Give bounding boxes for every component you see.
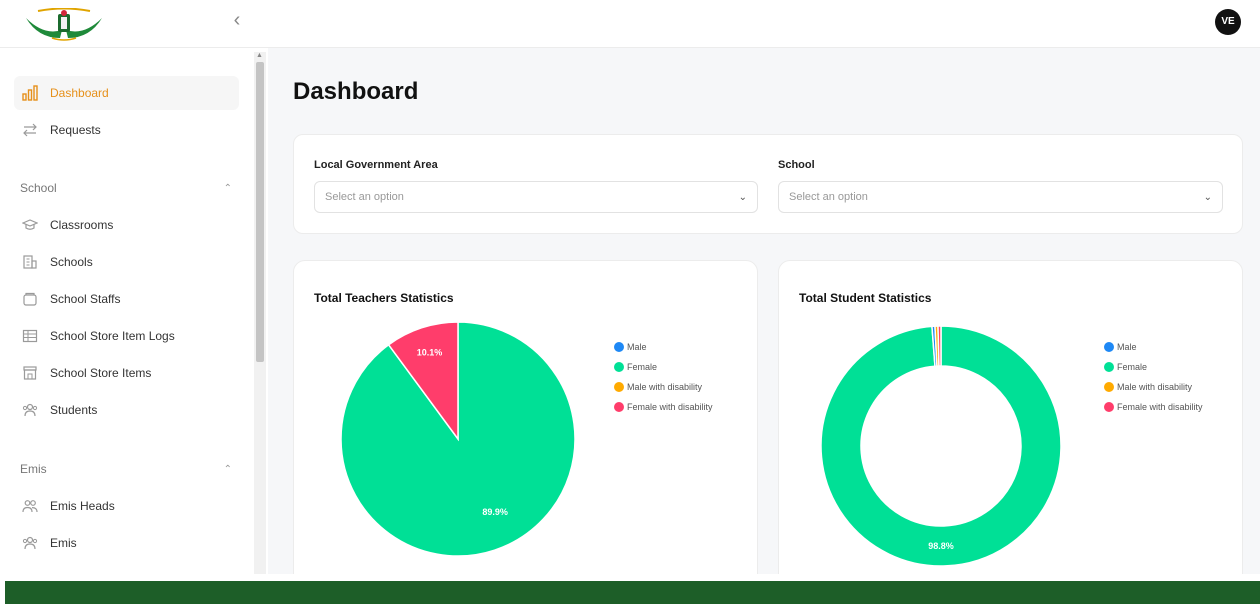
sidebar-item-label: Classrooms	[50, 218, 114, 232]
sidebar-item-label: School Store Items	[50, 366, 152, 380]
legend-swatch	[614, 342, 624, 352]
sidebar-item-students[interactable]: Students	[14, 393, 239, 427]
pie-slice-female-with-disability[interactable]	[937, 325, 942, 367]
lga-select-value: Select an option	[325, 191, 404, 203]
legend-item[interactable]: Male with disability	[614, 377, 713, 397]
sidebar-item-school-staffs[interactable]: School Staffs	[14, 282, 239, 316]
legend-item[interactable]: Male	[614, 337, 713, 357]
legend-item[interactable]: Male with disability	[1104, 377, 1203, 397]
legend-swatch	[1104, 402, 1114, 412]
table-icon	[20, 326, 40, 346]
legend-item[interactable]: Female with disability	[614, 397, 713, 417]
avatar[interactable]: VE	[1215, 9, 1241, 35]
legend-label: Male	[1117, 342, 1137, 352]
teachers-pie-chart: 89.9% 10.1%	[340, 321, 576, 557]
chevron-up-icon: ⌃	[223, 182, 232, 194]
legend-swatch	[614, 362, 624, 372]
legend-item[interactable]: Female	[1104, 357, 1203, 377]
school-select[interactable]: Select an option ⌄	[778, 181, 1223, 213]
top-bar: ‹ VE	[0, 0, 1260, 48]
legend-item[interactable]: Female with disability	[1104, 397, 1203, 417]
sidebar-item-label: Requests	[50, 123, 101, 137]
collapse-sidebar-button[interactable]: ‹	[226, 10, 248, 32]
chevron-down-icon: ⌄	[1203, 191, 1212, 203]
sidebar-item-school-store-items[interactable]: School Store Items	[14, 356, 239, 390]
users-icon	[20, 533, 40, 553]
teachers-legend: Male Female Male with disability Female wit…	[614, 337, 713, 417]
data-label: 10.1%	[417, 347, 443, 357]
page-title: Dashboard	[293, 78, 419, 105]
legend-swatch	[1104, 362, 1114, 372]
scroll-up-icon: ▲	[256, 52, 263, 59]
legend-label: Male with disability	[1117, 382, 1193, 392]
sidebar-item-label: Emis Heads	[50, 499, 115, 513]
legend-swatch	[614, 402, 624, 412]
sidebar-item-label: School Store Item Logs	[50, 329, 175, 343]
filter-card: Local Government Area Select an option ⌄…	[293, 134, 1243, 234]
teachers-chart-card: Total Teachers Statistics 89.9% 10.1% Mal…	[293, 260, 758, 574]
chevron-left-icon: ‹	[233, 9, 241, 31]
students-donut-chart: 98.8%	[820, 325, 1062, 567]
section-title: Emis	[20, 462, 47, 476]
data-label: 89.9%	[482, 507, 508, 517]
sidebar-item-label: Students	[50, 403, 98, 417]
chevron-up-icon: ⌃	[223, 463, 232, 475]
legend-label: Female with disability	[627, 402, 713, 412]
main-content: Dashboard Local Government Area Select a…	[268, 48, 1260, 574]
legend-swatch	[614, 382, 624, 392]
sidebar-scrollbar[interactable]: ▲	[254, 52, 266, 574]
folder-icon	[20, 289, 40, 309]
students-chart-card: Total Student Statistics 98.8% Male Femal…	[778, 260, 1243, 574]
sidebar-item-requests[interactable]: Requests	[14, 113, 239, 147]
sidebar-item-emis[interactable]: Emis	[14, 526, 239, 560]
users-icon	[20, 400, 40, 420]
legend-label: Male	[627, 342, 647, 352]
legend-label: Female	[627, 362, 658, 372]
sidebar: Dashboard Requests School ⌃ Classrooms S…	[0, 48, 254, 574]
sidebar-item-label: Dashboard	[50, 86, 109, 100]
section-header-emis[interactable]: Emis ⌃	[20, 462, 232, 476]
legend-swatch	[1104, 342, 1114, 352]
sidebar-item-label: School Staffs	[50, 292, 121, 306]
sidebar-item-school-store-item-logs[interactable]: School Store Item Logs	[14, 319, 239, 353]
legend-item[interactable]: Female	[614, 357, 713, 377]
legend-item[interactable]: Male	[1104, 337, 1203, 357]
legend-swatch	[1104, 382, 1114, 392]
section-title: School	[20, 181, 57, 195]
lga-label: Local Government Area	[314, 159, 438, 171]
store-icon	[20, 363, 40, 383]
school-select-value: Select an option	[789, 191, 868, 203]
swap-arrows-icon	[20, 120, 40, 140]
bar-chart-icon	[20, 83, 40, 103]
sidebar-item-label: Schools	[50, 255, 93, 269]
scrollbar-thumb[interactable]	[256, 62, 264, 362]
chevron-down-icon: ⌄	[738, 191, 747, 203]
sidebar-item-classrooms[interactable]: Classrooms	[14, 208, 239, 242]
sidebar-item-label: Emis	[50, 536, 77, 550]
data-label: 98.8%	[928, 541, 954, 551]
building-icon	[20, 252, 40, 272]
legend-label: Female	[1117, 362, 1148, 372]
graduation-cap-icon	[20, 215, 40, 235]
legend-label: Female with disability	[1117, 402, 1203, 412]
sidebar-item-dashboard[interactable]: Dashboard	[14, 76, 239, 110]
user-group-icon	[20, 496, 40, 516]
logo-icon[interactable]	[24, 8, 104, 42]
lga-select[interactable]: Select an option ⌄	[314, 181, 758, 213]
sidebar-item-schools[interactable]: Schools	[14, 245, 239, 279]
footer-bar	[5, 581, 1260, 604]
students-legend: Male Female Male with disability Female wit…	[1104, 337, 1203, 417]
section-header-school[interactable]: School ⌃	[20, 181, 232, 195]
sidebar-item-emis-heads[interactable]: Emis Heads	[14, 489, 239, 523]
legend-label: Male with disability	[627, 382, 703, 392]
school-label: School	[778, 159, 815, 171]
